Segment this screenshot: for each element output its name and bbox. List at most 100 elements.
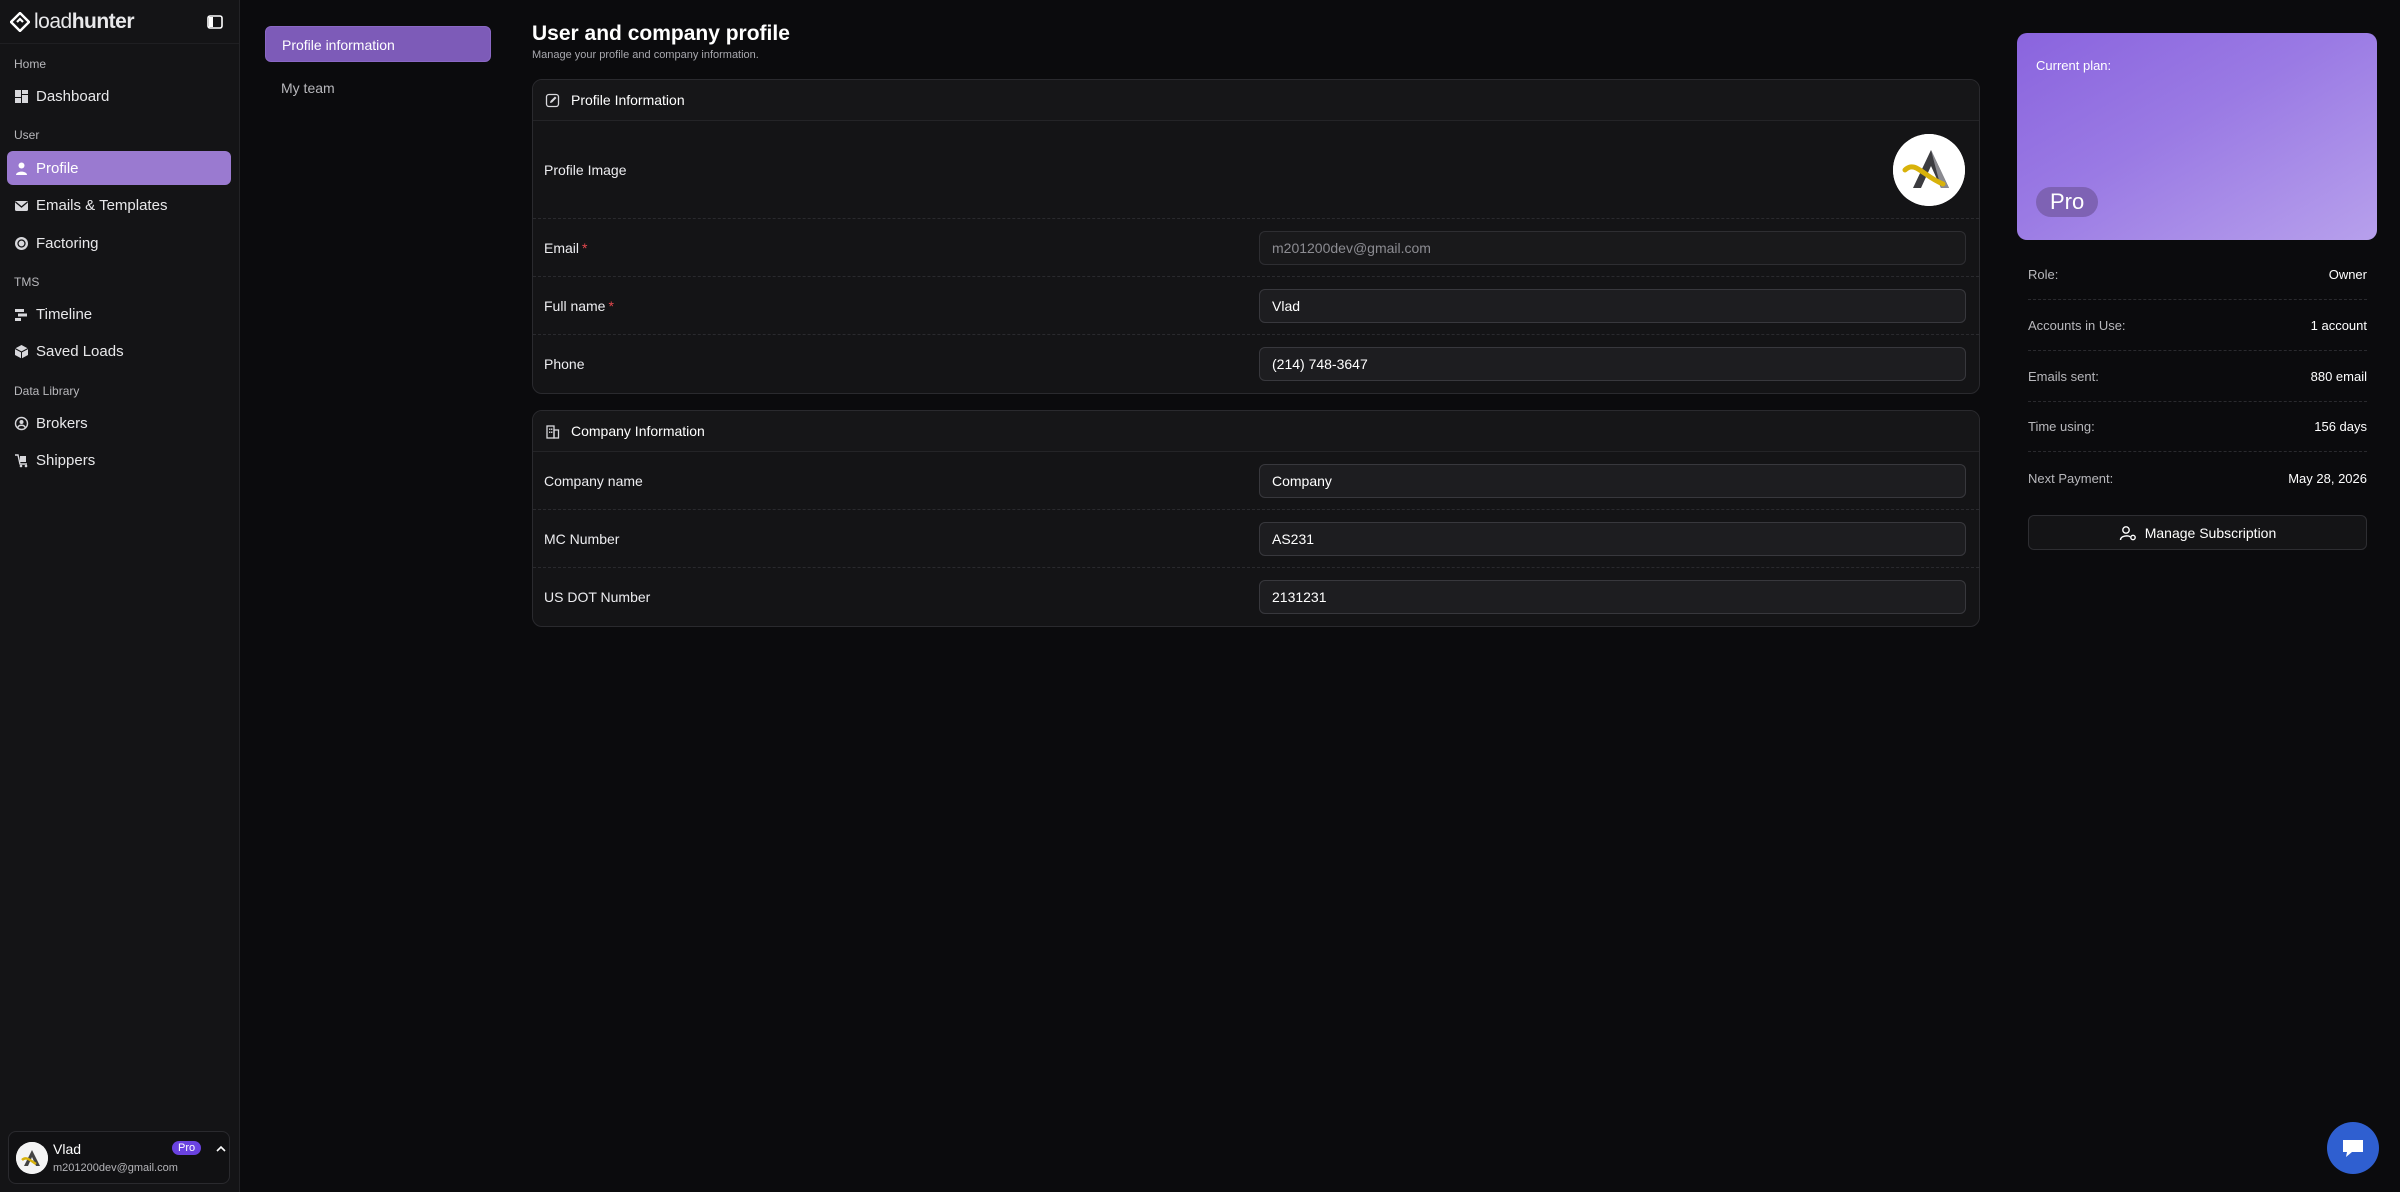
profile-image[interactable] bbox=[1893, 133, 1965, 206]
stat-key: Next Payment: bbox=[2028, 470, 2114, 486]
tab-profile-information[interactable]: Profile information bbox=[265, 26, 491, 62]
sidebar-toggle-icon[interactable] bbox=[206, 13, 224, 31]
brand[interactable]: loadhunter bbox=[0, 0, 239, 44]
stat-accounts-in-use: Accounts in Use: 1 account bbox=[2028, 301, 2367, 351]
user-name: Vlad bbox=[53, 1141, 82, 1157]
plan-badge: Pro bbox=[172, 1141, 202, 1155]
nav-group-tms: TMS bbox=[14, 275, 40, 289]
stat-value: 1 account bbox=[2310, 318, 2367, 333]
manage-subscription-button[interactable]: Manage Subscription bbox=[2028, 515, 2367, 550]
timeline-icon bbox=[14, 307, 29, 322]
current-plan-label: Current plan: bbox=[2036, 58, 2112, 73]
user-settings-icon bbox=[2119, 524, 2137, 542]
sidebar-item-label: Brokers bbox=[36, 414, 88, 432]
tab-my-team[interactable]: My team bbox=[265, 70, 491, 106]
card-title: Company Information bbox=[571, 423, 705, 439]
company-logo-icon bbox=[16, 1142, 48, 1174]
profile-image-label: Profile Image bbox=[544, 161, 627, 178]
brand-name-light: load bbox=[34, 9, 72, 33]
page-subtitle: Manage your profile and company informat… bbox=[532, 49, 759, 61]
sidebar-item-factoring[interactable]: Factoring bbox=[7, 226, 231, 260]
user-menu[interactable]: Vlad m201200dev@gmail.com Pro bbox=[8, 1131, 230, 1184]
sidebar-item-profile[interactable]: Profile bbox=[7, 151, 231, 185]
company-name-row: Company name bbox=[533, 452, 1979, 510]
fullname-field[interactable] bbox=[1259, 288, 1966, 323]
stat-next-payment: Next Payment: May 28, 2026 bbox=[2028, 453, 2367, 503]
email-row: Email * bbox=[533, 219, 1979, 277]
edit-profile-icon bbox=[545, 93, 560, 108]
chat-button[interactable] bbox=[2327, 1122, 2379, 1174]
broker-icon bbox=[14, 416, 29, 431]
stat-key: Emails sent: bbox=[2028, 369, 2099, 384]
fullname-label-text: Full name bbox=[544, 297, 606, 314]
company-logo-icon bbox=[1893, 133, 1965, 206]
stat-time-using: Time using: 156 days bbox=[2028, 402, 2367, 452]
brand-name: loadhunter bbox=[34, 9, 135, 34]
email-field[interactable] bbox=[1259, 230, 1966, 265]
profile-subnav: Profile information My team bbox=[265, 26, 491, 114]
phone-label: Phone bbox=[544, 356, 585, 372]
fullname-row: Full name * bbox=[533, 277, 1979, 335]
card-header: Company Information bbox=[533, 411, 1979, 452]
sidebar-item-label: Factoring bbox=[36, 234, 99, 252]
chevron-up-icon[interactable] bbox=[215, 1143, 227, 1155]
sidebar-item-brokers[interactable]: Brokers bbox=[7, 406, 231, 440]
stat-value: 880 email bbox=[2310, 369, 2367, 384]
company-name-field[interactable] bbox=[1259, 463, 1966, 498]
mail-icon bbox=[14, 198, 29, 213]
logo-icon bbox=[10, 11, 30, 32]
profile-image-row: Profile Image bbox=[533, 121, 1979, 219]
dashboard-icon bbox=[14, 89, 29, 104]
us-dot-number-field[interactable] bbox=[1259, 580, 1966, 614]
stat-value: 156 days bbox=[2314, 419, 2367, 434]
page-title: User and company profile bbox=[532, 22, 790, 45]
stat-value: Owner bbox=[2328, 267, 2367, 282]
stat-role: Role: Owner bbox=[2028, 250, 2367, 300]
coin-icon bbox=[14, 236, 29, 251]
building-icon bbox=[545, 424, 560, 439]
user-icon bbox=[14, 161, 29, 176]
stat-value: May 28, 2026 bbox=[2288, 470, 2367, 486]
required-mark: * bbox=[582, 239, 588, 256]
nav-group-home: Home bbox=[14, 57, 47, 71]
mc-number-field[interactable] bbox=[1259, 521, 1966, 556]
chat-icon bbox=[2343, 1140, 2363, 1157]
stat-key: Accounts in Use: bbox=[2028, 318, 2126, 333]
sidebar-item-dashboard[interactable]: Dashboard bbox=[7, 79, 231, 113]
us-dot-number-label: US DOT Number bbox=[544, 589, 651, 605]
required-mark: * bbox=[608, 297, 614, 314]
sidebar-item-shippers[interactable]: Shippers bbox=[7, 443, 231, 477]
current-plan-card: Current plan: Pro bbox=[2017, 33, 2377, 240]
nav-group-data-library: Data Library bbox=[14, 384, 80, 398]
phone-field[interactable] bbox=[1259, 347, 1966, 381]
stat-key: Time using: bbox=[2028, 419, 2095, 434]
stat-key: Role: bbox=[2028, 267, 2059, 282]
sidebar-item-label: Dashboard bbox=[36, 87, 110, 105]
sidebar-item-saved-loads[interactable]: Saved Loads bbox=[7, 334, 231, 368]
sidebar: loadhunter Home Dashboard User Profile E… bbox=[0, 0, 240, 1192]
email-label: Email * bbox=[544, 240, 587, 256]
manage-subscription-label: Manage Subscription bbox=[2144, 524, 2277, 541]
mc-number-label: MC Number bbox=[544, 530, 620, 547]
sidebar-item-label: Shippers bbox=[36, 451, 96, 469]
avatar bbox=[16, 1142, 48, 1174]
email-label-text: Email bbox=[544, 239, 580, 256]
company-information-card: Company Information Company name MC Numb… bbox=[532, 410, 1980, 627]
sidebar-item-timeline[interactable]: Timeline bbox=[7, 297, 231, 331]
shipper-icon bbox=[14, 453, 29, 468]
brand-name-bold: hunter bbox=[71, 9, 135, 33]
box-icon bbox=[14, 344, 29, 359]
sidebar-item-label: Timeline bbox=[36, 305, 93, 323]
sidebar-item-emails-templates[interactable]: Emails & Templates bbox=[7, 188, 231, 222]
nav-group-user: User bbox=[14, 128, 40, 142]
plan-name-badge: Pro bbox=[2036, 187, 2099, 217]
phone-row: Phone bbox=[533, 335, 1979, 393]
us-dot-number-row: US DOT Number bbox=[533, 568, 1979, 626]
stat-emails-sent: Emails sent: 880 email bbox=[2028, 352, 2367, 402]
sidebar-item-label: Profile bbox=[36, 159, 79, 177]
company-name-label: Company name bbox=[544, 472, 643, 489]
card-title: Profile Information bbox=[571, 92, 685, 108]
mc-number-row: MC Number bbox=[533, 510, 1979, 568]
card-header: Profile Information bbox=[533, 80, 1979, 121]
sidebar-item-label: Saved Loads bbox=[36, 342, 124, 360]
